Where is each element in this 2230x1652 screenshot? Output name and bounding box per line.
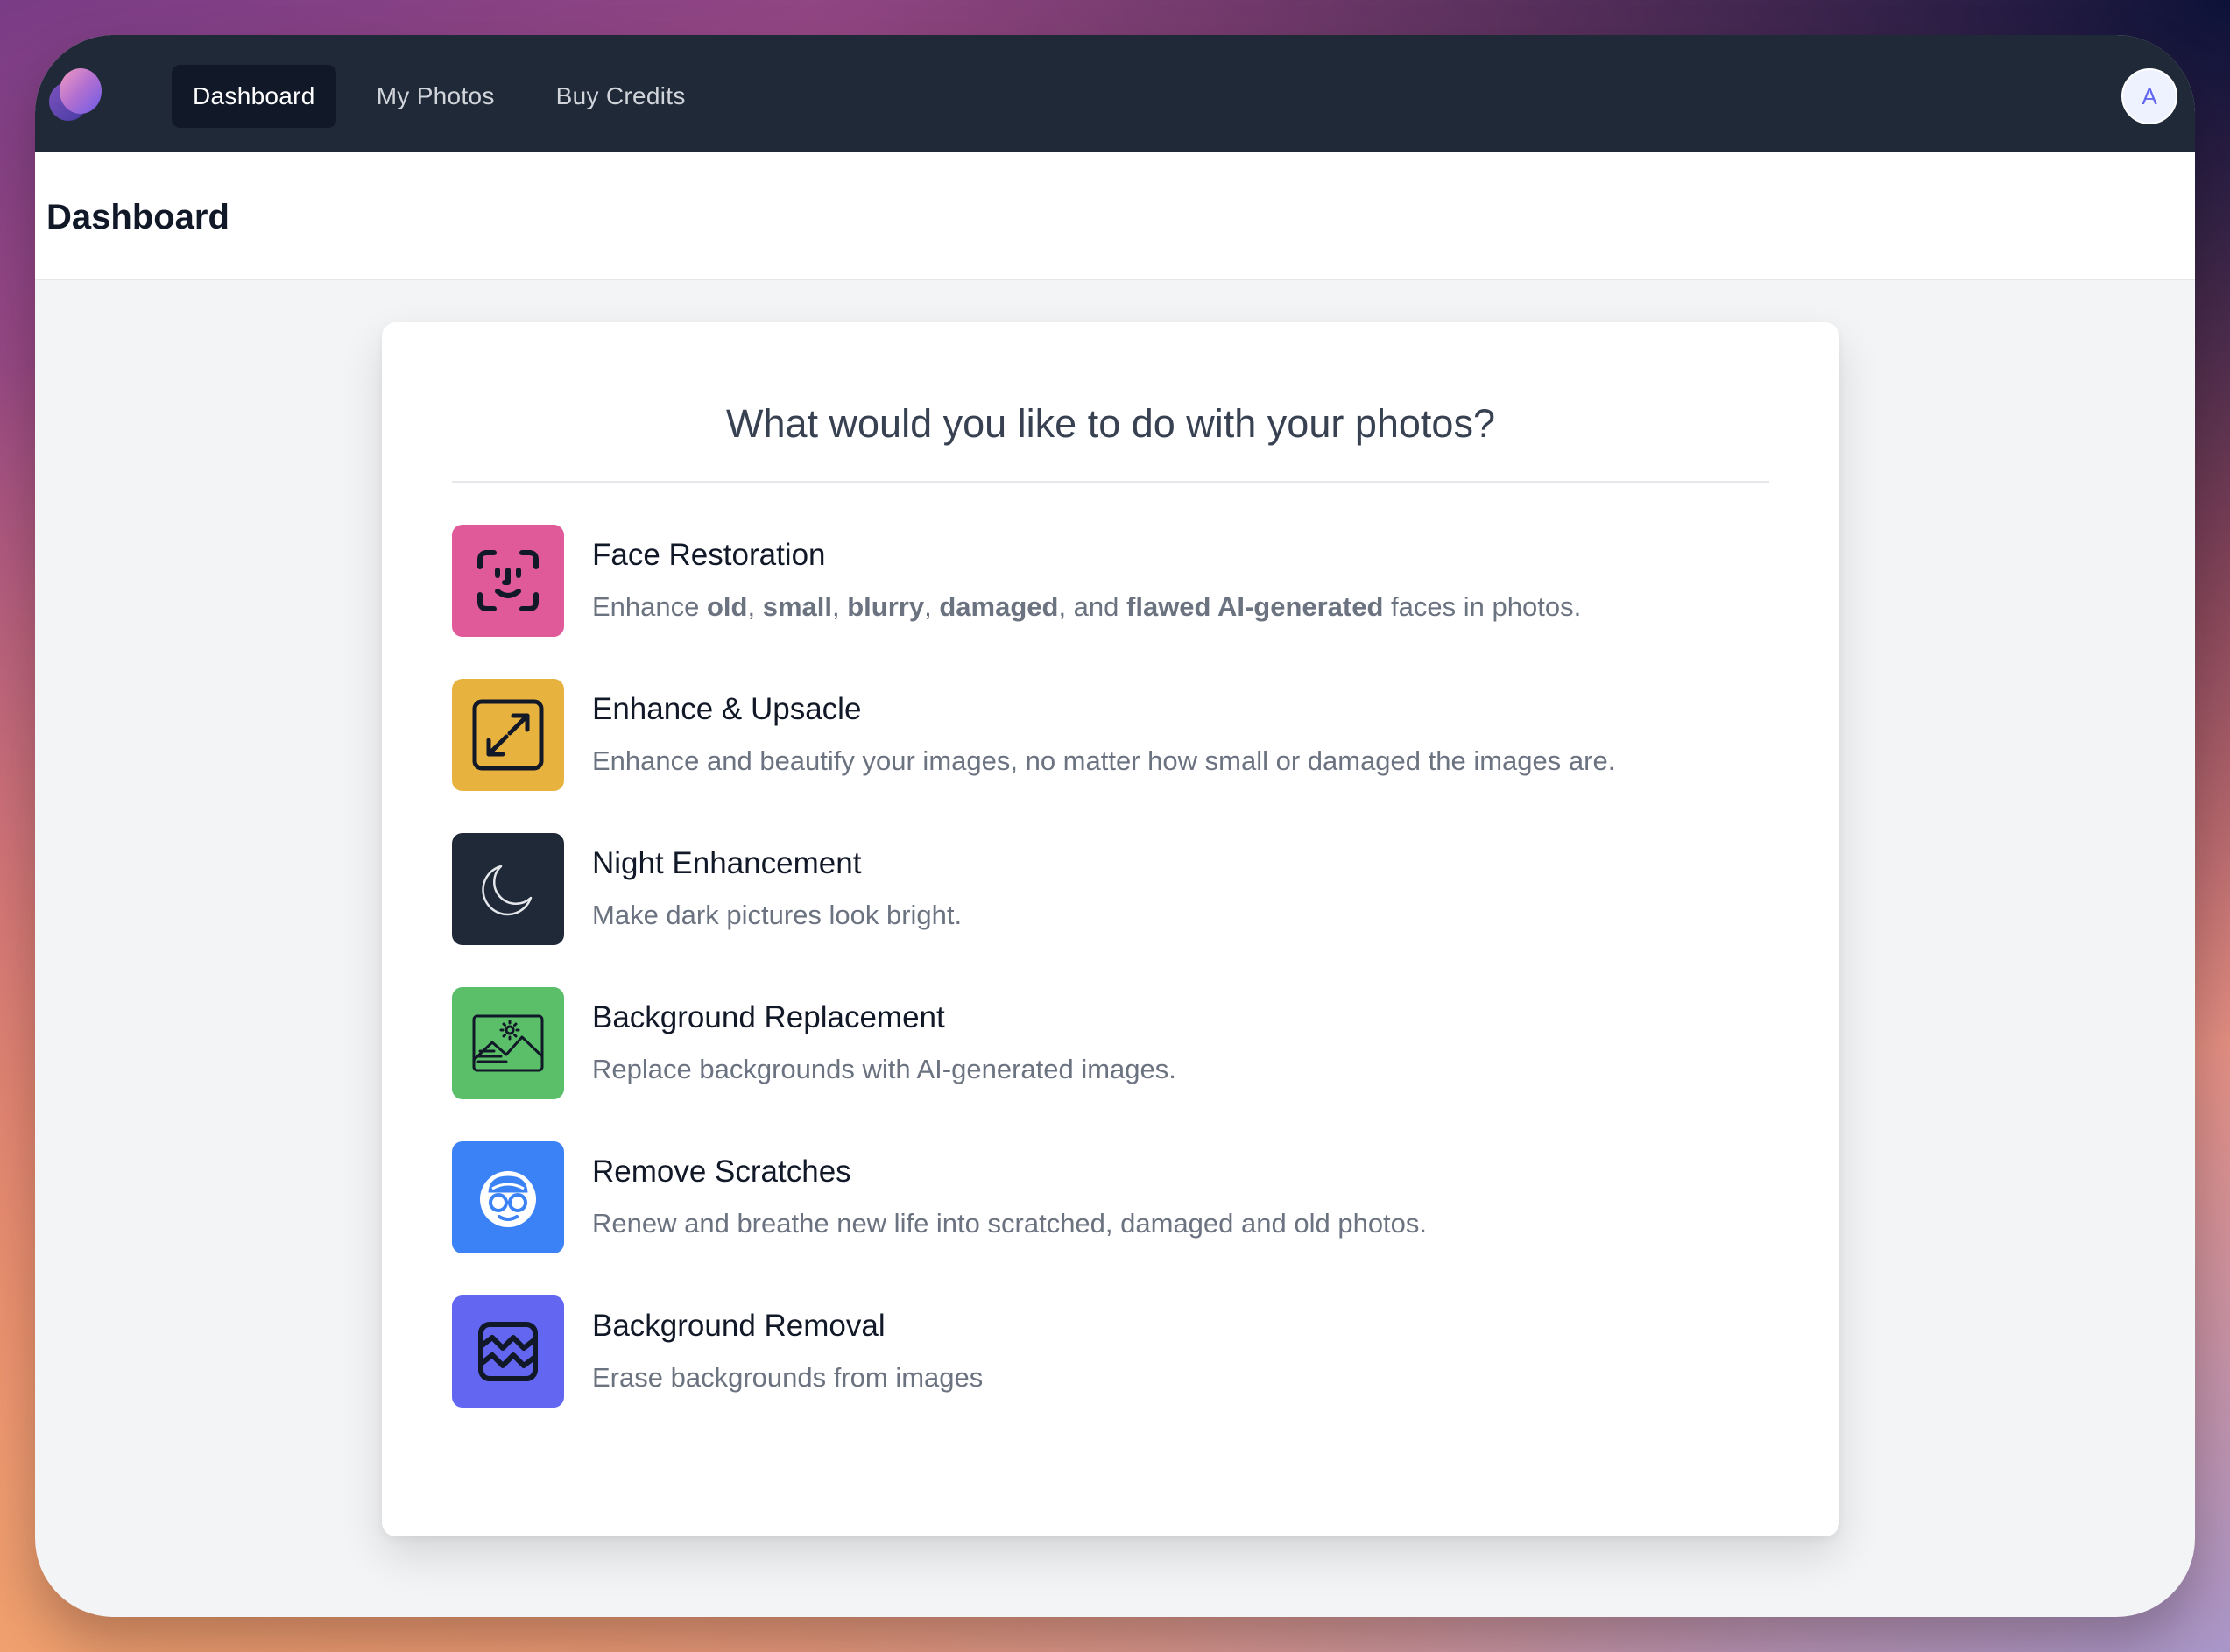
app-window: Dashboard My Photos Buy Credits A Dashbo… [35, 35, 2195, 1617]
feature-description: Erase backgrounds from images [592, 1362, 984, 1393]
divider [452, 481, 1769, 483]
feature-title: Night Enhancement [592, 846, 862, 880]
feature-title: Remove Scratches [592, 1154, 851, 1189]
page-header: Dashboard [35, 152, 2195, 280]
feature-description: Enhance old, small, blurry, damaged, and… [592, 591, 1582, 622]
feature-remove-scratches[interactable]: Remove Scratches Renew and breathe new l… [452, 1141, 1769, 1253]
main-nav: Dashboard My Photos Buy Credits [172, 65, 707, 128]
page-title: Dashboard [46, 198, 229, 237]
feature-face-restoration[interactable]: Face Restoration Enhance old, small, blu… [452, 525, 1769, 637]
feature-title: Background Removal [592, 1309, 886, 1343]
feature-background-replacement[interactable]: Background Replacement Replace backgroun… [452, 987, 1769, 1099]
expand-arrows-icon [452, 679, 564, 791]
waves-frame-icon [452, 1295, 564, 1408]
face-scan-icon [452, 525, 564, 637]
feature-night-enhancement[interactable]: Night Enhancement Make dark pictures loo… [452, 833, 1769, 945]
user-avatar[interactable]: A [2121, 68, 2177, 124]
nav-my-photos[interactable]: My Photos [356, 65, 516, 128]
nav-dashboard[interactable]: Dashboard [172, 65, 336, 128]
top-navbar: Dashboard My Photos Buy Credits A [35, 35, 2195, 152]
feature-description: Make dark pictures look bright. [592, 900, 963, 930]
feature-background-removal[interactable]: Background Removal Erase backgrounds fro… [452, 1295, 1769, 1408]
old-person-face-icon [452, 1141, 564, 1253]
app-logo[interactable] [46, 67, 103, 123]
feature-title: Enhance & Upsacle [592, 692, 862, 726]
feature-title: Face Restoration [592, 538, 826, 572]
feature-description: Enhance and beautify your images, no mat… [592, 745, 1616, 776]
nav-buy-credits[interactable]: Buy Credits [535, 65, 707, 128]
card-heading: What would you like to do with your phot… [726, 401, 1495, 446]
moon-icon [452, 833, 564, 945]
feature-list: Face Restoration Enhance old, small, blu… [452, 525, 1769, 1450]
feature-description: Renew and breathe new life into scratche… [592, 1208, 1428, 1239]
landscape-image-icon [452, 987, 564, 1099]
feature-title: Background Replacement [592, 1000, 945, 1034]
feature-enhance-upscale[interactable]: Enhance & Upsacle Enhance and beautify y… [452, 679, 1769, 791]
features-card: What would you like to do with your phot… [382, 322, 1839, 1536]
feature-description: Replace backgrounds with AI-generated im… [592, 1054, 1176, 1084]
